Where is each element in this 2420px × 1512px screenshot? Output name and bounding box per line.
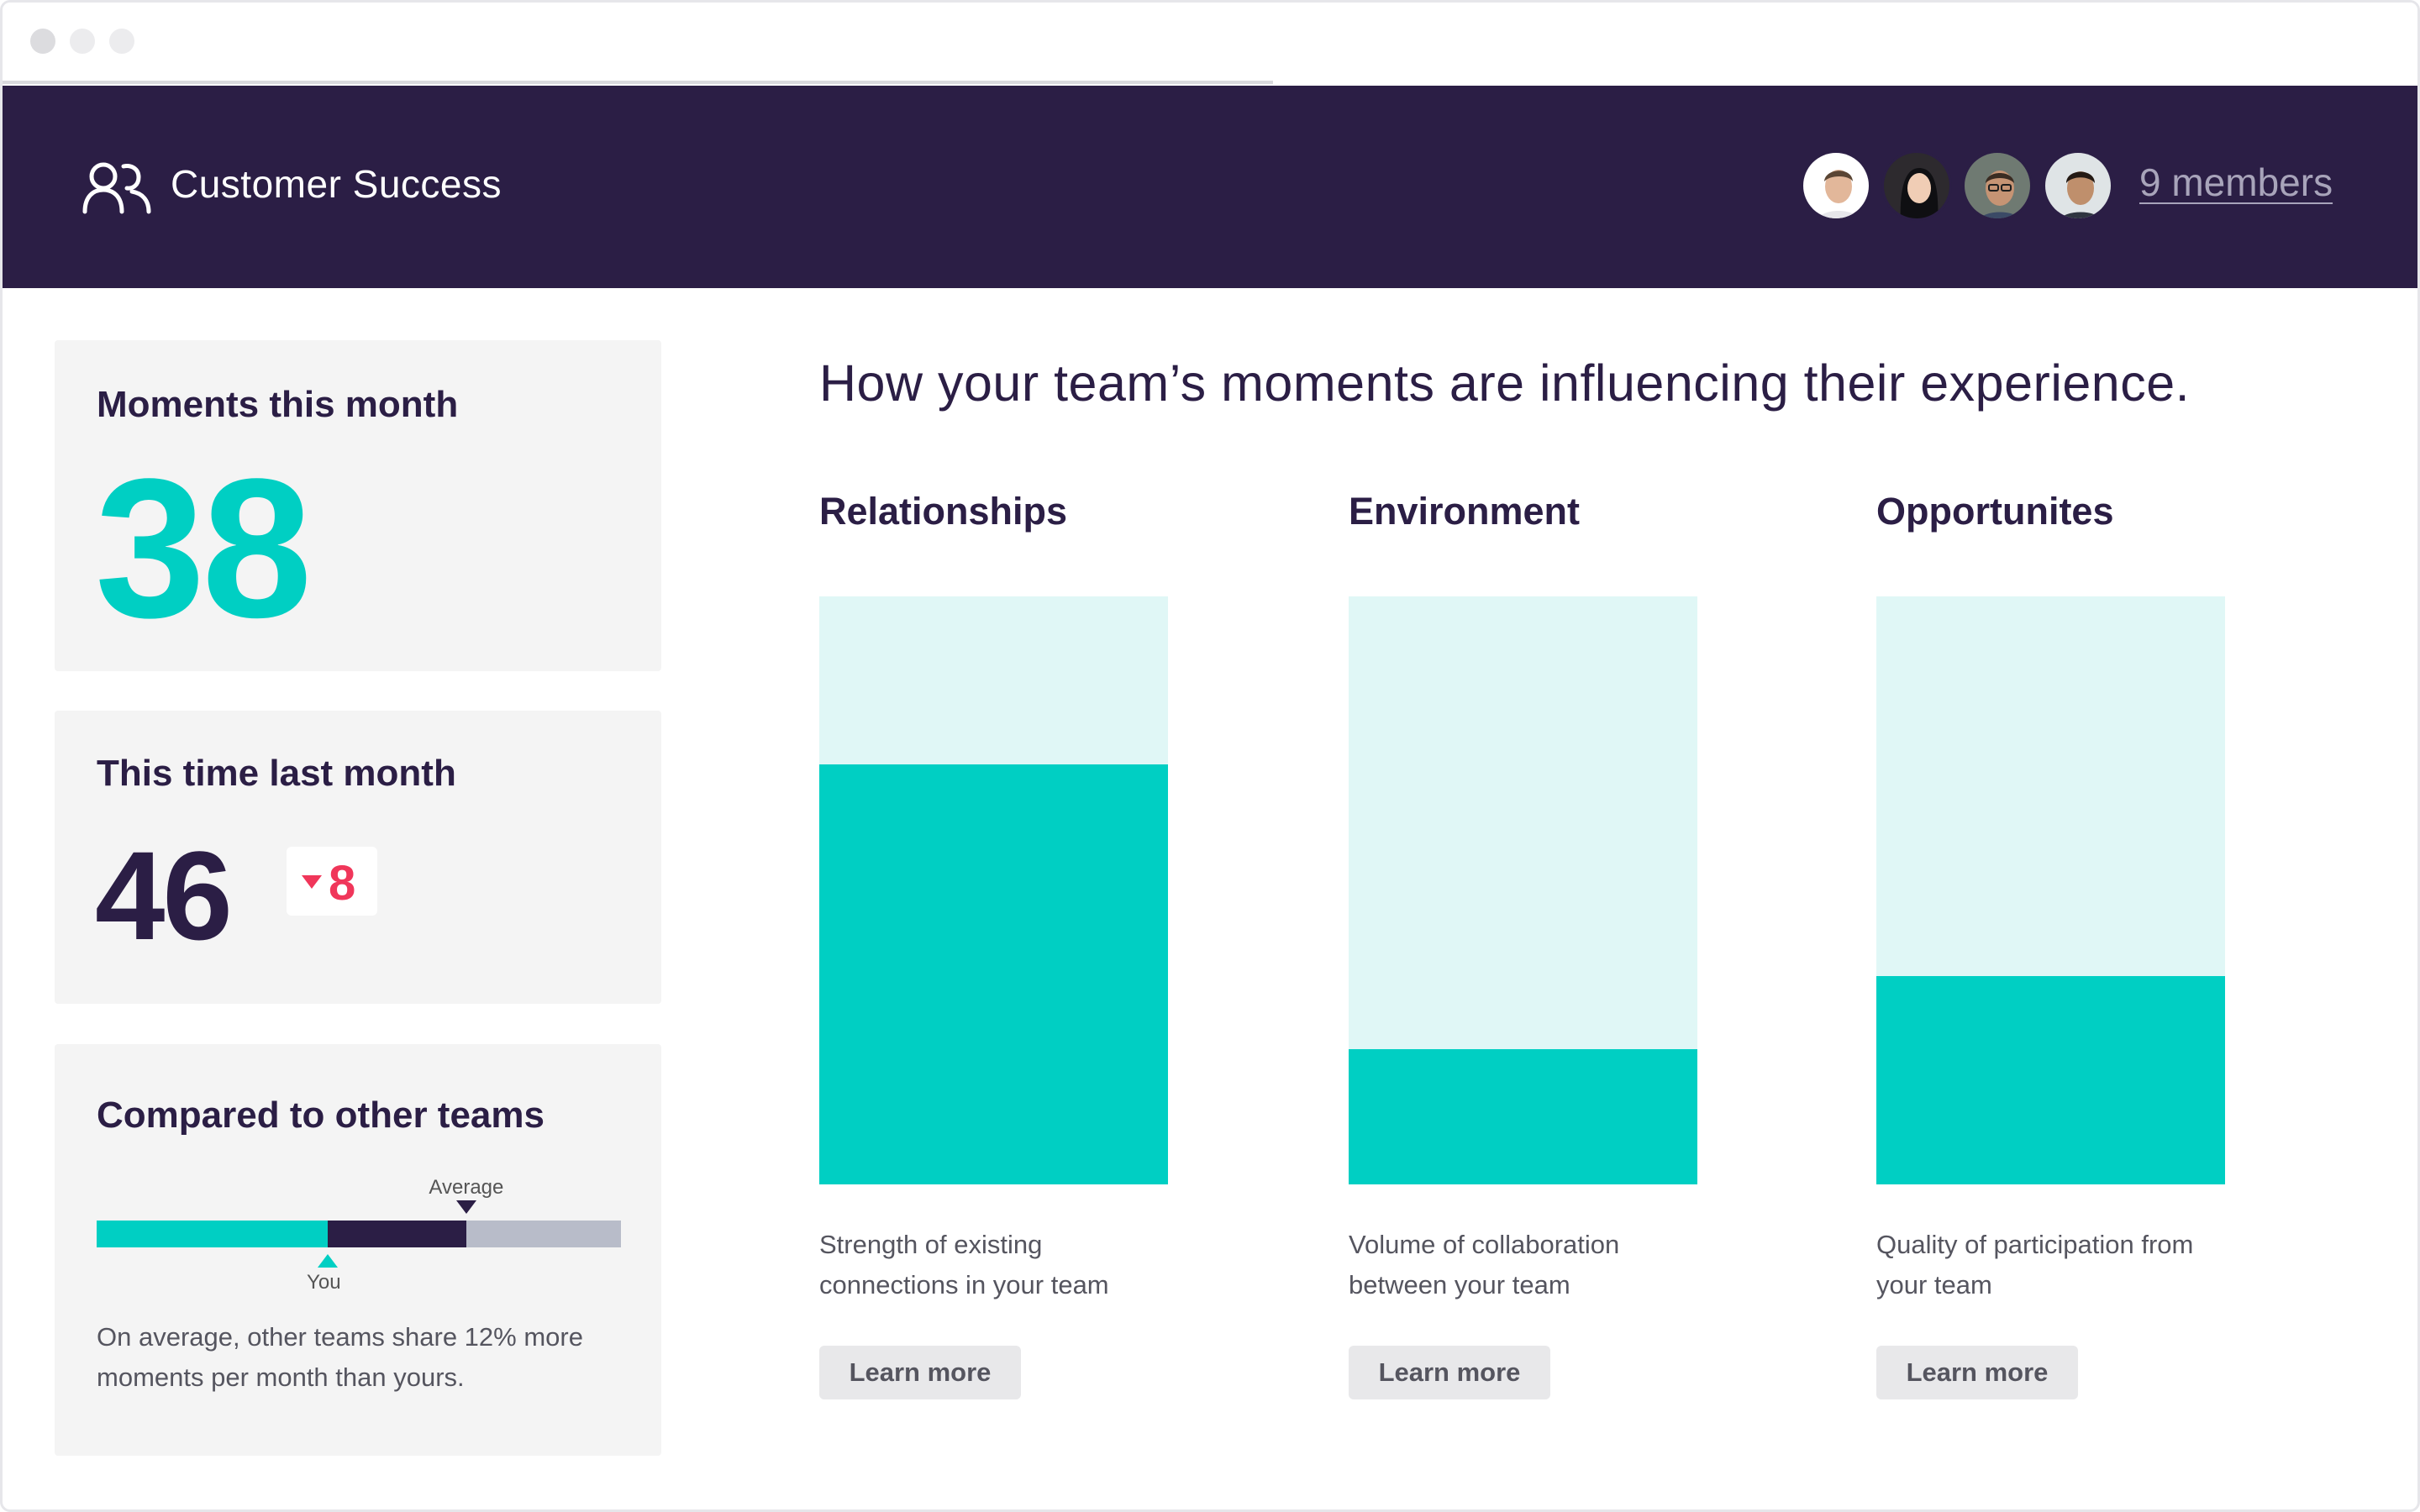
avatar[interactable] xyxy=(2043,150,2113,221)
metric-description: Volume of collaboration between your tea… xyxy=(1349,1230,1620,1299)
moments-count: 38 xyxy=(95,438,313,659)
card-title: Moments this month xyxy=(97,384,459,425)
you-marker-icon xyxy=(317,1254,338,1268)
remaining-segment xyxy=(466,1221,621,1247)
avatar-photo xyxy=(1884,153,1949,218)
members-link[interactable]: 9 members xyxy=(2139,160,2333,205)
last-month-card: This time last month 46 8 xyxy=(55,711,661,1004)
metric-opportunities: Opportunites Quality of participation fr… xyxy=(1876,490,2225,1399)
team-icon xyxy=(82,162,151,214)
avatar[interactable] xyxy=(1881,150,1952,221)
team-header: Customer Success 9 members xyxy=(3,86,2417,288)
maximize-window-button[interactable] xyxy=(109,29,134,54)
average-marker-icon xyxy=(455,1200,476,1214)
metric-environment: Environment Volume of collaboration betw… xyxy=(1349,490,1697,1399)
average-label: Average xyxy=(429,1176,504,1199)
change-value: 8 xyxy=(329,856,356,911)
avatar-photo xyxy=(2045,153,2111,218)
metric-relationships: Relationships Strength of existing conne… xyxy=(819,490,1168,1399)
metric-title: Environment xyxy=(1349,490,1581,533)
change-badge: 8 xyxy=(287,847,377,916)
compare-teams-card: Compared to other teams Average You On a… xyxy=(55,1044,661,1456)
last-month-count: 46 xyxy=(95,825,233,966)
page-load-progress xyxy=(3,81,1273,84)
learn-more-button[interactable]: Learn more xyxy=(1349,1346,1550,1399)
metric-description: Quality of participation from your team xyxy=(1876,1230,2194,1299)
comparison-bar xyxy=(97,1221,621,1247)
metric-bar-track xyxy=(1349,596,1697,1184)
metric-bar-fill xyxy=(1876,975,2225,1184)
comparison-description: On average, other teams share 12% more m… xyxy=(97,1322,583,1392)
browser-window: Customer Success 9 members Moments this … xyxy=(0,0,2420,1512)
metric-bar-fill xyxy=(819,764,1168,1184)
metric-title: Opportunites xyxy=(1876,490,2114,533)
window-titlebar xyxy=(3,3,2417,86)
metric-title: Relationships xyxy=(819,490,1068,533)
close-window-button[interactable] xyxy=(30,29,55,54)
metric-bar-fill xyxy=(1349,1049,1697,1184)
metric-bar-track xyxy=(1876,596,2225,1184)
avatar-photo xyxy=(1965,153,2030,218)
team-name: Customer Success xyxy=(171,162,502,206)
avatar-photo xyxy=(1803,153,1869,218)
learn-more-button[interactable]: Learn more xyxy=(819,1346,1021,1399)
metric-bar-track xyxy=(819,596,1168,1184)
card-title: Compared to other teams xyxy=(97,1095,544,1136)
average-gap-segment xyxy=(327,1221,466,1247)
you-label: You xyxy=(307,1271,341,1294)
moments-this-month-card: Moments this month 38 xyxy=(55,340,661,671)
card-title: This time last month xyxy=(97,753,456,794)
your-team-segment xyxy=(97,1221,328,1247)
metric-description: Strength of existing connections in your… xyxy=(819,1230,1109,1299)
avatar[interactable] xyxy=(1801,150,1871,221)
down-arrow-icon xyxy=(302,875,322,889)
learn-more-button[interactable]: Learn more xyxy=(1876,1346,2078,1399)
avatar[interactable] xyxy=(1962,150,2033,221)
minimize-window-button[interactable] xyxy=(70,29,95,54)
page-title: How your team’s moments are influencing … xyxy=(819,354,2191,412)
